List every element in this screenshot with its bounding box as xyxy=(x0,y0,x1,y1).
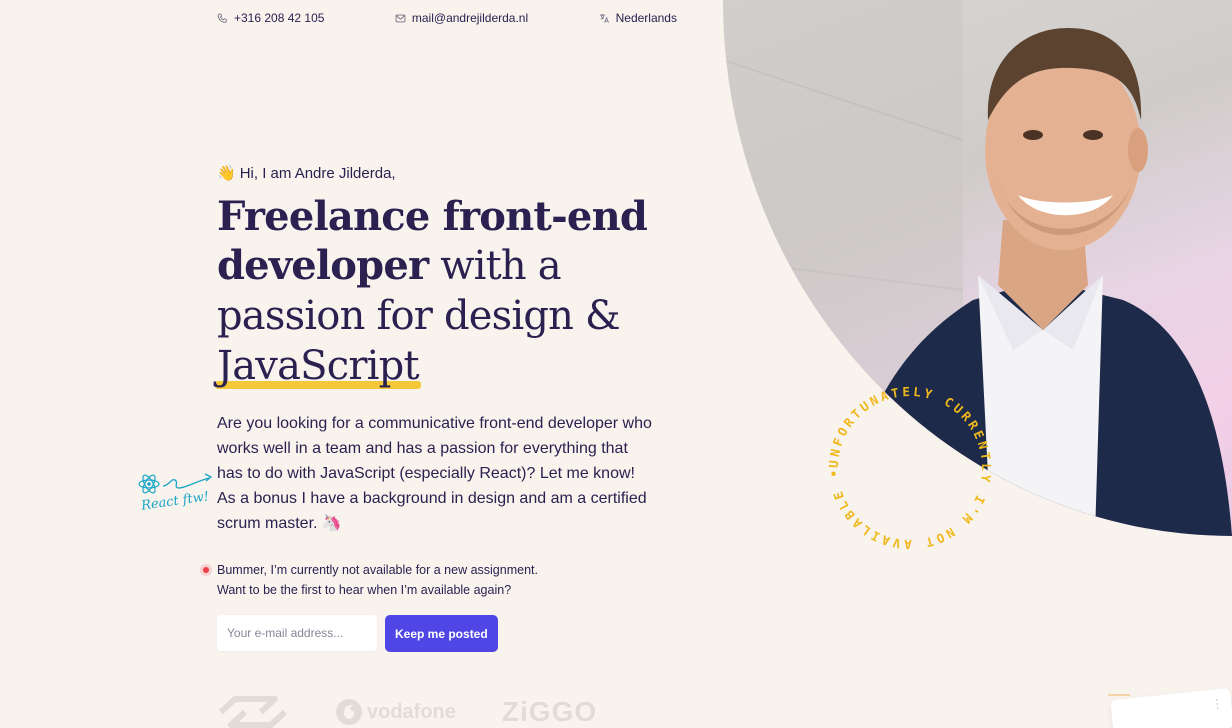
availability-line-1: Bummer, I’m currently not available for … xyxy=(217,563,538,577)
more-icon[interactable]: · · · xyxy=(1214,692,1220,714)
headline-underlined: JavaScript xyxy=(215,343,421,389)
phone-number: +316 208 42 105 xyxy=(234,11,325,25)
vodafone-logo: vodafone xyxy=(335,698,456,726)
intro-text: Are you looking for a communicative fron… xyxy=(217,415,652,532)
contact-bar: +316 208 42 105 mail@andrejilderda.nl Ne… xyxy=(217,10,677,26)
mail-icon xyxy=(395,14,406,22)
availability-badge: UNFORTUNATELY CURRENTLY I'M NOT AVAILABL… xyxy=(820,378,1000,558)
language-label: Nederlands xyxy=(615,11,677,25)
badge-ring: UNFORTUNATELY CURRENTLY I'M NOT AVAILABL… xyxy=(826,384,994,552)
phone-icon xyxy=(217,13,227,23)
react-annotation: React ftw! xyxy=(137,470,217,530)
ns-logo xyxy=(218,696,288,728)
badge-text: UNFORTUNATELY CURRENTLY I'M NOT AVAILABL… xyxy=(826,384,991,552)
waving-hand-icon: 👋 xyxy=(217,165,236,182)
react-icon xyxy=(138,474,160,494)
vodafone-text: vodafone xyxy=(367,700,456,723)
phone-link[interactable]: +316 208 42 105 xyxy=(217,11,324,25)
svg-text:UNFORTUNATELY CURRENTLY I'M NO: UNFORTUNATELY CURRENTLY I'M NOT AVAILABL… xyxy=(826,384,994,552)
email-link[interactable]: mail@andrejilderda.nl xyxy=(395,11,528,25)
notify-form: Keep me posted xyxy=(217,615,498,652)
email-input[interactable] xyxy=(217,615,377,651)
vodafone-icon xyxy=(336,699,362,725)
availability-line-2: Want to be the first to hear when I’m av… xyxy=(217,583,512,597)
arrow-icon xyxy=(162,473,213,489)
keep-me-posted-button[interactable]: Keep me posted xyxy=(385,615,498,652)
email-address: mail@andrejilderda.nl xyxy=(411,11,529,25)
page-title: Freelance front-end developer with a pas… xyxy=(215,192,648,391)
availability-status: Bummer, I’m currently not available for … xyxy=(203,560,538,600)
availability-text: Bummer, I’m currently not available for … xyxy=(217,560,538,600)
client-logos: vodafone ZiGGO xyxy=(217,695,597,728)
ziggo-logo: ZiGGO xyxy=(501,696,598,727)
greeting-text: Hi, I am Andre Jilderda, xyxy=(239,164,396,182)
status-dot xyxy=(203,567,209,573)
card-accent-line xyxy=(1108,694,1130,696)
language-switch[interactable]: Nederlands xyxy=(599,11,677,25)
translate-icon xyxy=(599,13,609,23)
greeting: 👋 Hi, I am Andre Jilderda, xyxy=(217,164,396,183)
